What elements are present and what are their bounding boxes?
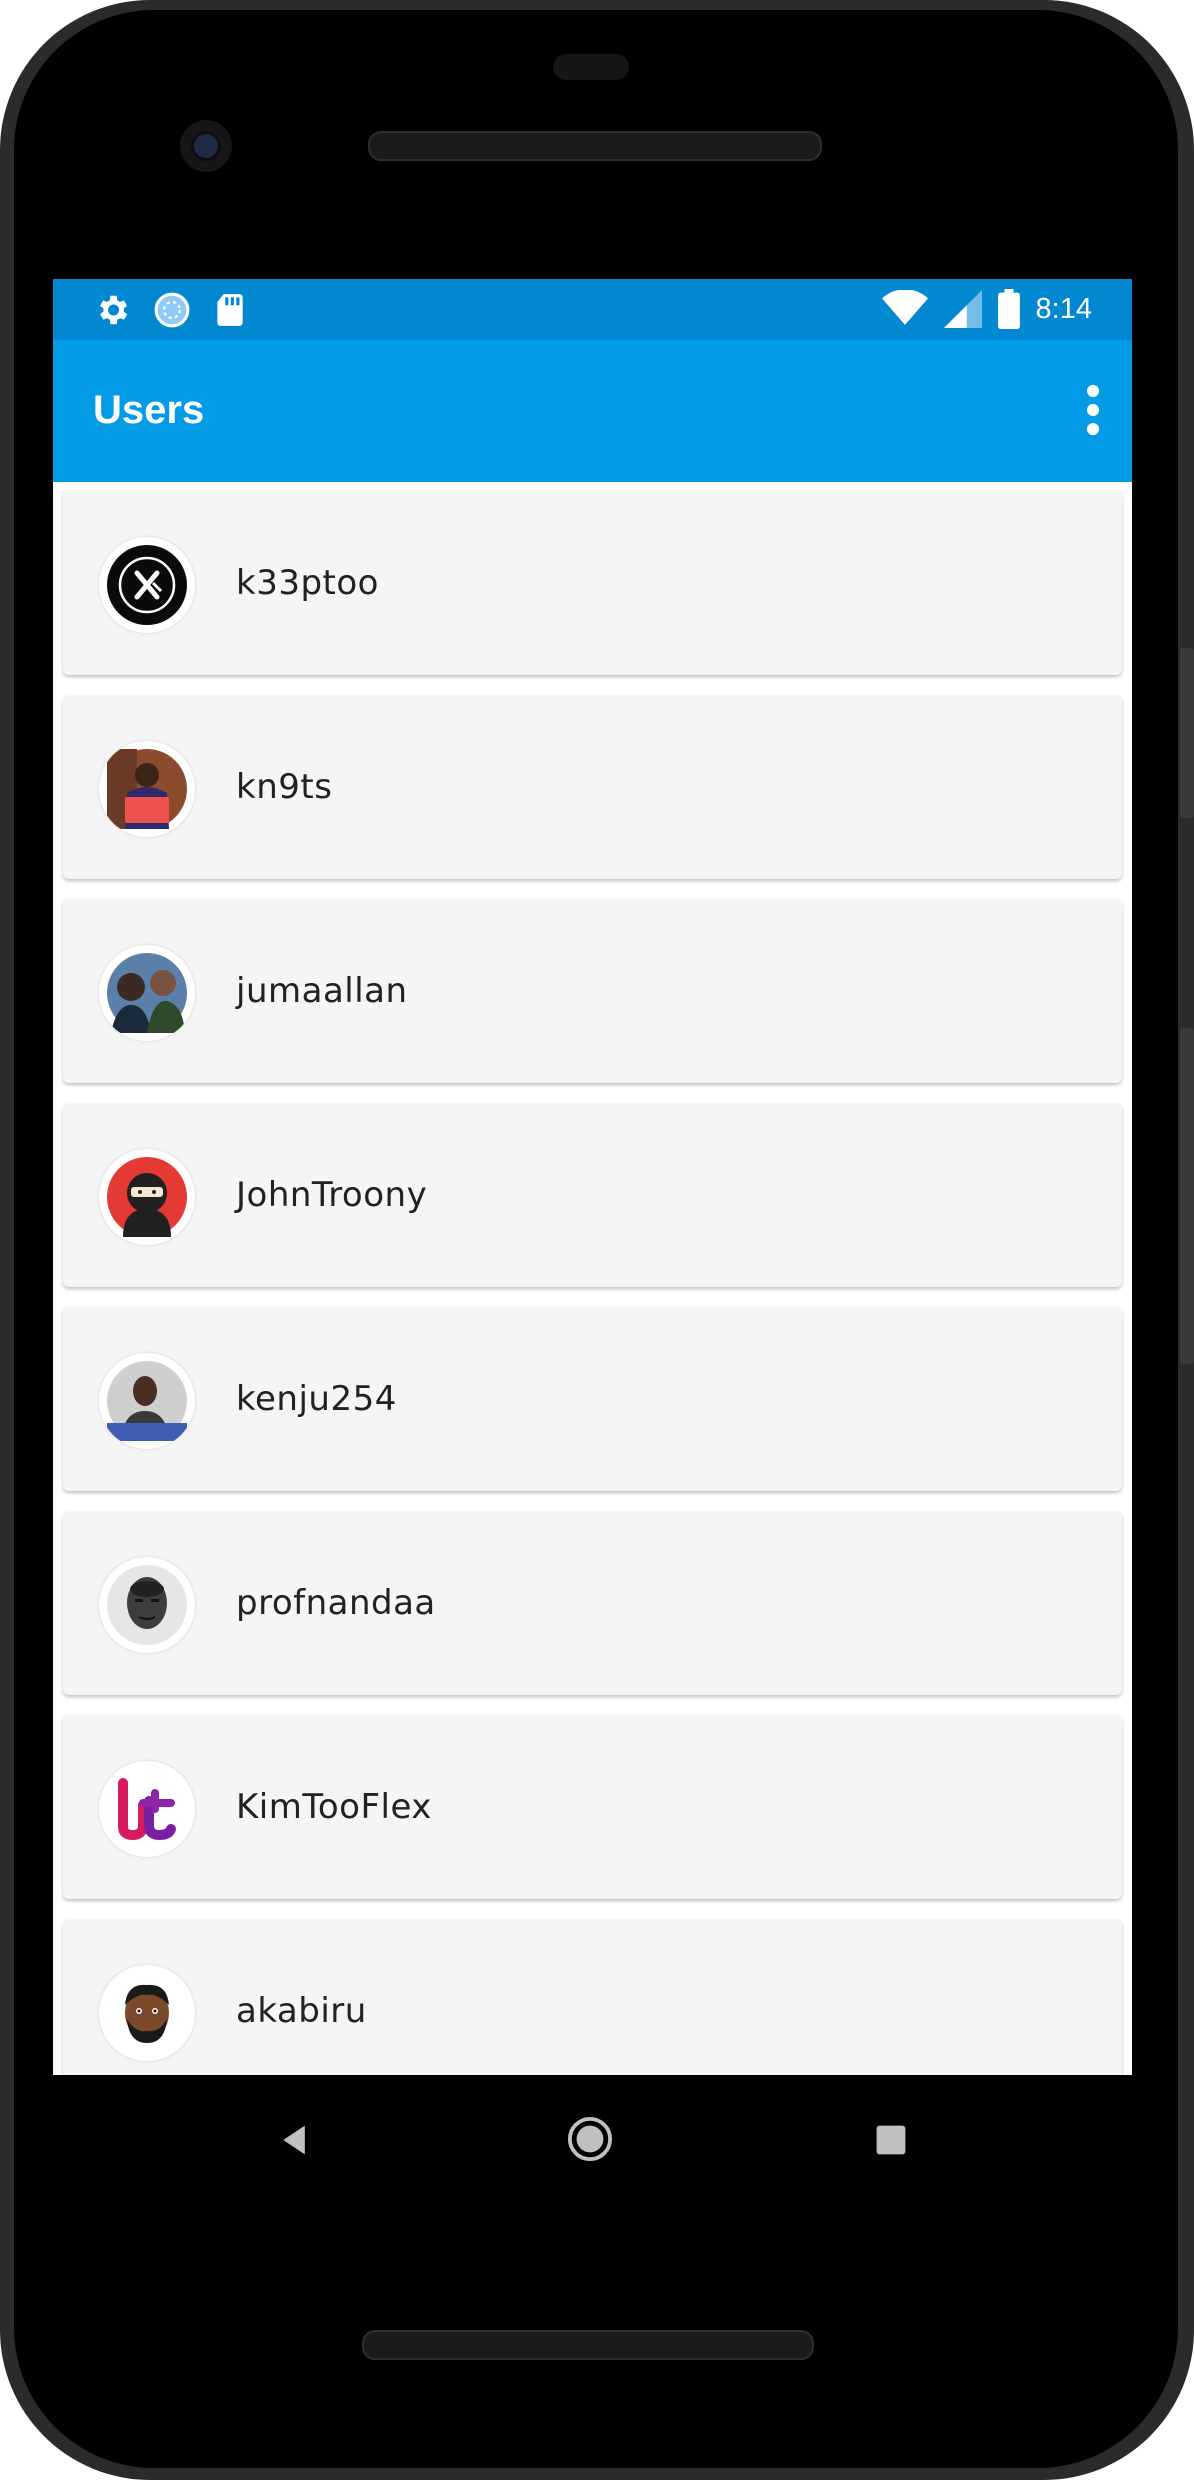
bottom-speaker [362, 2330, 814, 2360]
kenju254-avatar [99, 1353, 195, 1449]
username: KimTooFlex [236, 1787, 432, 1827]
list-item[interactable]: KimTooFlex [63, 1715, 1122, 1899]
username: akabiru [236, 1991, 367, 2031]
list-item[interactable]: kenju254 [63, 1307, 1122, 1491]
back-triangle-icon[interactable] [276, 2122, 312, 2158]
list-item[interactable]: profnandaa [63, 1511, 1122, 1695]
sync-circle-icon [154, 292, 190, 328]
app-bar: Users [53, 340, 1132, 482]
sd-card-icon [217, 294, 243, 326]
device-screen: 8:14 Users k33ptoo kn9ts jumaallan JohnT… [53, 279, 1132, 2075]
username: JohnTroony [236, 1175, 428, 1215]
username: kenju254 [236, 1379, 397, 1419]
kimtooflex-logo-avatar [99, 1761, 195, 1857]
recent-square-icon[interactable] [875, 2124, 907, 2156]
power-button [1180, 1028, 1194, 1364]
list-item[interactable]: kn9ts [63, 695, 1122, 879]
kn9ts-avatar [99, 741, 195, 837]
proximity-sensor [553, 54, 629, 80]
signal-icon [943, 290, 982, 328]
more-vert-icon[interactable] [1080, 384, 1106, 436]
list-item[interactable]: akabiru [63, 1919, 1122, 2075]
akabiru-avatar [99, 1965, 195, 2061]
list-item[interactable]: jumaallan [63, 899, 1122, 1083]
list-item[interactable]: k33ptoo [63, 491, 1122, 675]
home-circle-icon[interactable] [567, 2116, 613, 2162]
front-camera [180, 120, 232, 172]
page-title: Users [93, 388, 205, 432]
k33ptoo-avatar [99, 537, 195, 633]
earpiece-speaker [368, 131, 822, 161]
username: jumaallan [236, 971, 408, 1011]
volume-button [1180, 648, 1194, 818]
jumaallan-avatar [99, 945, 195, 1041]
gear-icon [99, 295, 128, 325]
username: profnandaa [236, 1583, 436, 1623]
list-item[interactable]: JohnTroony [63, 1103, 1122, 1287]
profnandaa-avatar [99, 1557, 195, 1653]
phone-frame: 8:14 Users k33ptoo kn9ts jumaallan JohnT… [0, 0, 1194, 2480]
status-bar: 8:14 [53, 279, 1132, 340]
wifi-icon [881, 290, 928, 325]
username: kn9ts [236, 767, 333, 807]
username: k33ptoo [236, 563, 379, 603]
status-time: 8:14 [1035, 292, 1092, 325]
battery-icon [997, 289, 1020, 329]
ninja-avatar [99, 1149, 195, 1245]
